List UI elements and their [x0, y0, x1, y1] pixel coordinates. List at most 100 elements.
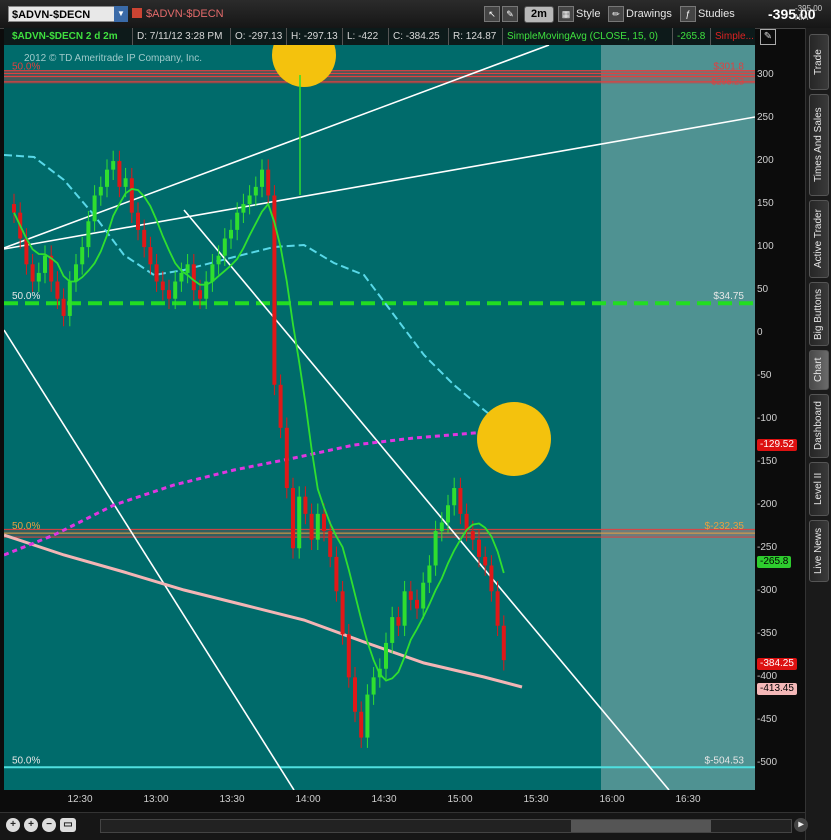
bar-range: R: 124.87	[448, 28, 496, 45]
price-badge: -413.45	[757, 682, 797, 695]
candle-body	[154, 264, 159, 282]
crosshair-icon[interactable]: +	[6, 818, 20, 832]
candle-body	[353, 677, 357, 712]
style-button[interactable]: Style	[576, 6, 600, 22]
x-tick-label: 13:30	[219, 794, 245, 805]
mini-price: -395.00	[795, 4, 823, 13]
expand-icon[interactable]: ▸	[794, 818, 808, 832]
y-tick-label: -350	[757, 628, 778, 640]
candle-body	[142, 229, 147, 248]
x-tick-label: 14:00	[295, 794, 321, 805]
bar-close: C: -384.25	[388, 28, 440, 45]
x-tick-label: 16:30	[675, 794, 701, 805]
symbol-dropdown-icon[interactable]: ▼	[114, 6, 128, 22]
candle-body	[402, 591, 407, 626]
cursor-icon[interactable]: ↖	[484, 6, 500, 22]
candle-body	[179, 272, 184, 282]
scroll-thumb[interactable]	[571, 820, 711, 832]
candle-body	[365, 694, 370, 738]
style-icon[interactable]: ▦	[558, 6, 574, 22]
candle-body	[173, 281, 178, 299]
candle-body	[191, 264, 196, 291]
candle-body	[185, 264, 190, 273]
x-tick-label: 16:00	[599, 794, 625, 805]
tab-big-buttons[interactable]: Big Buttons	[809, 282, 829, 346]
candle-body	[266, 169, 271, 196]
x-tick-label: 14:30	[371, 794, 397, 805]
x-tick-label: 15:00	[447, 794, 473, 805]
symbol-title: $ADVN-$DECN	[146, 8, 224, 20]
candle-body	[390, 617, 395, 643]
candle-body	[136, 212, 140, 230]
price-chart[interactable]: 50.0% $301.8 50.0% $34.75 50.0% $-232.35 50.0%…	[4, 45, 755, 790]
candle-body	[291, 488, 295, 549]
candle-body	[92, 195, 97, 222]
candle-body	[111, 161, 116, 170]
candle-body	[315, 513, 320, 540]
candle-body	[86, 221, 91, 248]
candle-body	[439, 522, 444, 532]
candle-body	[501, 625, 506, 661]
y-tick-label: -300	[757, 585, 778, 597]
y-tick-label: -50	[757, 370, 772, 382]
tab-dashboard[interactable]: Dashboard	[809, 394, 829, 458]
wrench-icon[interactable]: ✎	[502, 6, 518, 22]
fib-pct-label: 50.0%	[12, 291, 40, 302]
link-icon[interactable]	[132, 8, 142, 18]
candle-body	[229, 229, 233, 239]
bar-low: L: -422	[342, 28, 378, 45]
highlight-circle-mid	[477, 402, 551, 476]
symbol-period: $ADVN-$DECN 2 d 2m	[12, 31, 118, 42]
tab-chart[interactable]: Chart	[809, 350, 829, 390]
candle-body	[446, 505, 450, 523]
study-truncated[interactable]: Simple...	[710, 28, 754, 45]
x-tick-label: 12:30	[67, 794, 93, 805]
chart-canvas: 50.0% $301.850.0% $34.7550.0% $-232.3550.0%…	[4, 45, 755, 790]
tab-active-trader[interactable]: Active Trader	[809, 200, 829, 278]
y-tick-label: -250	[757, 542, 778, 554]
candle-body	[284, 427, 289, 489]
zoom-in-icon[interactable]: +	[24, 818, 38, 832]
candle-body	[253, 186, 258, 196]
symbol-input[interactable]: $ADVN-$DECN	[8, 6, 128, 22]
chart-settings-icon[interactable]: ✎	[760, 29, 776, 45]
candle-body	[98, 186, 103, 196]
tab-times-and-sales[interactable]: Times And Sales	[809, 94, 829, 196]
time-axis[interactable]: 12:30 13:00 13:30 14:00 14:30 15:00 15:30 16:00…	[4, 790, 755, 812]
zoom-out-icon[interactable]: −	[42, 818, 56, 832]
tab-trade[interactable]: Trade	[809, 34, 829, 90]
candle-body	[80, 247, 85, 265]
candle-body	[458, 488, 463, 514]
study-name[interactable]: SimpleMovingAvg (CLOSE, 15, 0)	[502, 28, 658, 45]
copyright-text: 2012 © TD Ameritrade IP Company, Inc.	[24, 53, 202, 64]
studies-icon[interactable]: ƒ	[680, 6, 696, 22]
timeframe-button[interactable]: 2m	[524, 6, 554, 23]
studies-button[interactable]: Studies	[698, 6, 735, 22]
tab-live-news[interactable]: Live News	[809, 520, 829, 582]
candle-body	[216, 255, 221, 265]
future-area	[601, 45, 755, 790]
candle-body	[55, 281, 60, 299]
price-badge: -129.52	[757, 438, 797, 451]
bar-open: O: -297.13	[230, 28, 282, 45]
y-tick-label: 150	[757, 198, 774, 210]
drawings-icon[interactable]: ✏	[608, 6, 624, 22]
reset-zoom-icon[interactable]: ▭	[60, 818, 76, 832]
mini-na: N/A	[795, 13, 809, 22]
candle-body	[340, 591, 345, 635]
candle-body	[129, 178, 134, 213]
fib-price-label: $-232.35	[705, 521, 745, 532]
time-scrollbar[interactable]	[100, 819, 792, 833]
candle-body	[235, 212, 240, 230]
tab-level-ii[interactable]: Level II	[809, 462, 829, 516]
y-tick-label: 250	[757, 112, 774, 124]
price-axis[interactable]: 300 250 200 150 100 50 0 -50 -100 -150 -200 -250 -30…	[755, 45, 805, 790]
candle-body	[74, 264, 78, 282]
candle-body	[408, 591, 413, 600]
drawings-button[interactable]: Drawings	[626, 6, 672, 22]
candle-body	[30, 264, 35, 282]
candle-body	[210, 264, 215, 282]
candle-body	[12, 204, 16, 213]
fib-pct-label: 50.0%	[12, 521, 40, 532]
bottom-bar: + + − ▭ ▸	[0, 812, 808, 840]
